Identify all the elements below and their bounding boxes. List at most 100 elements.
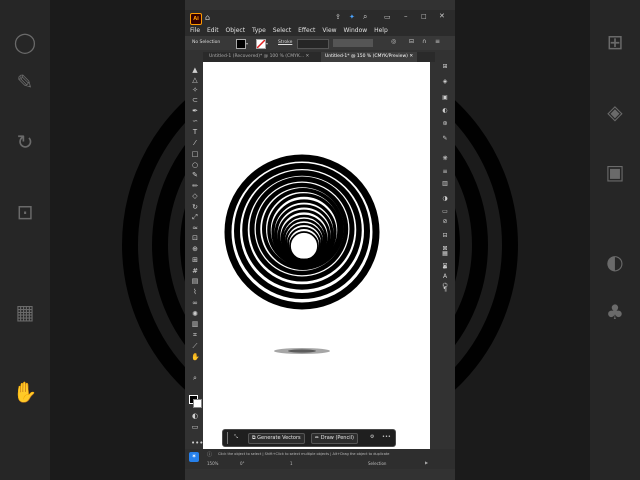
graphic-styles-icon[interactable]: ⊘	[441, 218, 449, 226]
scale-icon[interactable]: ⤢	[191, 213, 199, 221]
arrange-icon[interactable]: ▭	[384, 13, 391, 21]
rotate-icon[interactable]: ↻	[191, 203, 199, 211]
drag-handle[interactable]	[227, 432, 228, 444]
selection-status: No Selection	[192, 40, 221, 45]
tab-untitled-recovered[interactable]: Untitled-1 (Recovered)* @ 100 % (CMYK...…	[205, 52, 313, 62]
image-trace-icon[interactable]: ▦	[441, 250, 449, 258]
concentric-circles-artwork[interactable]	[203, 62, 430, 449]
screen-mode-icon[interactable]: ▭	[191, 423, 199, 431]
menu-type[interactable]: Type	[252, 26, 266, 36]
eraser-icon[interactable]: ◇	[191, 192, 199, 200]
brushes-icon[interactable]: ✎	[441, 135, 449, 143]
artboard-icon[interactable]: ⌗	[191, 331, 199, 339]
stroke-label[interactable]: Stroke	[278, 40, 292, 45]
libraries-icon[interactable]: ▣	[441, 94, 449, 102]
rectangle-icon[interactable]: □	[191, 150, 199, 158]
lasso-icon[interactable]: ⊂	[191, 96, 199, 104]
symbols-icon[interactable]: ❋	[441, 155, 449, 163]
direct-selection-icon[interactable]: △	[191, 76, 199, 84]
maximize-icon[interactable]: □	[421, 13, 427, 20]
character-icon[interactable]: A	[441, 273, 449, 281]
layers-icon[interactable]: ◈	[441, 78, 449, 86]
color-icon[interactable]: ◐	[441, 107, 449, 115]
stroke-weight-field[interactable]	[297, 39, 329, 49]
home-icon[interactable]: ⌂	[205, 13, 210, 22]
drawing-mode-icon[interactable]: ◐	[191, 412, 199, 420]
width-icon[interactable]: ≈	[191, 224, 199, 232]
share-icon[interactable]: ⇪	[335, 13, 341, 21]
pencil-icon[interactable]: ✏	[191, 182, 199, 190]
chevron-down-icon[interactable]: ▾	[246, 41, 248, 46]
illustrator-window: Ai ⌂ ⇪ ✦ ⌕ ▭ – □ ✕ File Edit Object Type…	[185, 0, 455, 480]
draw-pencil-button[interactable]: ✏ Draw (Pencil)	[311, 433, 358, 444]
close-icon[interactable]: ✕	[439, 12, 445, 20]
minimize-icon[interactable]: –	[404, 12, 408, 20]
menu-help[interactable]: Help	[374, 26, 388, 36]
selection-icon[interactable]: ▲	[191, 66, 199, 74]
appearance-icon[interactable]: ▭	[441, 208, 449, 216]
gradient-panel-icon[interactable]: ▥	[441, 180, 449, 188]
fill-swatch[interactable]	[236, 39, 246, 49]
curvature-icon[interactable]: ∽	[191, 117, 199, 125]
links-icon[interactable]: ⌬	[441, 282, 449, 290]
tab-untitled-active[interactable]: Untitled-1* @ 150 % (CMYK/Preview) ✕	[321, 52, 418, 62]
magic-wand-icon[interactable]: ✧	[191, 86, 199, 94]
artboard-canvas[interactable]	[203, 62, 430, 449]
stroke-icon[interactable]: ≡	[441, 168, 449, 176]
vector-icon[interactable]: ⤡	[231, 433, 241, 442]
blend-icon[interactable]: ∞	[191, 299, 199, 307]
zoom-level[interactable]: 150%	[207, 461, 218, 466]
close-tab-icon[interactable]: ✕	[306, 54, 310, 59]
align-icon[interactable]: ⊟	[409, 38, 414, 45]
pen-icon[interactable]: ✒	[191, 107, 199, 115]
ellipse-icon[interactable]: ○	[191, 161, 199, 169]
menu-view[interactable]: View	[322, 26, 336, 36]
discover-icon[interactable]: ✦	[349, 13, 355, 21]
panel-menu-icon[interactable]: ≡	[435, 38, 440, 45]
slice-icon[interactable]: ⟋	[191, 342, 199, 350]
menu-edit[interactable]: Edit	[207, 26, 219, 36]
transform-icon[interactable]: ∩	[422, 38, 426, 45]
menu-effect[interactable]: Effect	[298, 26, 315, 36]
line-icon[interactable]: ⁄	[191, 139, 199, 147]
align-icon[interactable]: ⊟	[441, 232, 449, 240]
more-tools-icon[interactable]: •••	[191, 439, 203, 447]
app-logo: Ai	[190, 13, 202, 25]
hand-icon[interactable]: ✋	[191, 353, 200, 361]
shape-builder-icon[interactable]: ⊕	[191, 245, 199, 253]
menu-select[interactable]: Select	[273, 26, 292, 36]
ai-assistant-icon[interactable]: ✶	[189, 452, 199, 462]
tool-mode[interactable]: Selection	[368, 461, 386, 466]
gradient-icon[interactable]: ▤	[191, 277, 199, 285]
more-options-button[interactable]: •••	[379, 433, 394, 442]
chevron-right-icon[interactable]: ▶	[425, 460, 428, 465]
paintbrush-icon[interactable]: ✎	[191, 171, 199, 179]
variable-width-field[interactable]	[333, 39, 373, 47]
properties-icon[interactable]: ⊞	[441, 63, 449, 71]
perspective-icon[interactable]: ⊞	[191, 256, 199, 264]
search-icon[interactable]: ⌕	[363, 12, 367, 22]
recolor-icon[interactable]: ◎	[391, 38, 396, 45]
type-icon[interactable]: T	[191, 128, 199, 136]
eyedropper-icon[interactable]: ⌇	[191, 288, 199, 296]
settings-icon[interactable]: ⚙	[367, 433, 377, 442]
stroke-color-box[interactable]	[193, 399, 202, 408]
rotation-value[interactable]: 0°	[240, 461, 245, 466]
column-graph-icon[interactable]: ▥	[191, 320, 199, 328]
transparency-icon[interactable]: ◑	[441, 195, 449, 203]
menu-object[interactable]: Object	[226, 26, 246, 36]
club-icon[interactable]: ♣	[441, 264, 449, 272]
generate-vectors-button[interactable]: ⧉ Generate Vectors	[248, 433, 305, 444]
close-tab-icon[interactable]: ✕	[409, 54, 413, 59]
free-transform-icon[interactable]: ⊡	[191, 234, 199, 242]
chevron-down-icon[interactable]: ▾	[266, 41, 268, 46]
symbol-sprayer-icon[interactable]: ✺	[191, 310, 199, 318]
menu-window[interactable]: Window	[344, 26, 368, 36]
swatches-icon[interactable]: ⊛	[441, 120, 449, 128]
menu-file[interactable]: File	[190, 26, 200, 36]
zoom-icon[interactable]: ⌕	[191, 374, 199, 382]
mesh-icon[interactable]: #	[191, 267, 199, 275]
artboard-number[interactable]: 1	[290, 461, 293, 466]
none-slash-icon	[257, 40, 265, 48]
stroke-swatch[interactable]	[256, 39, 266, 49]
